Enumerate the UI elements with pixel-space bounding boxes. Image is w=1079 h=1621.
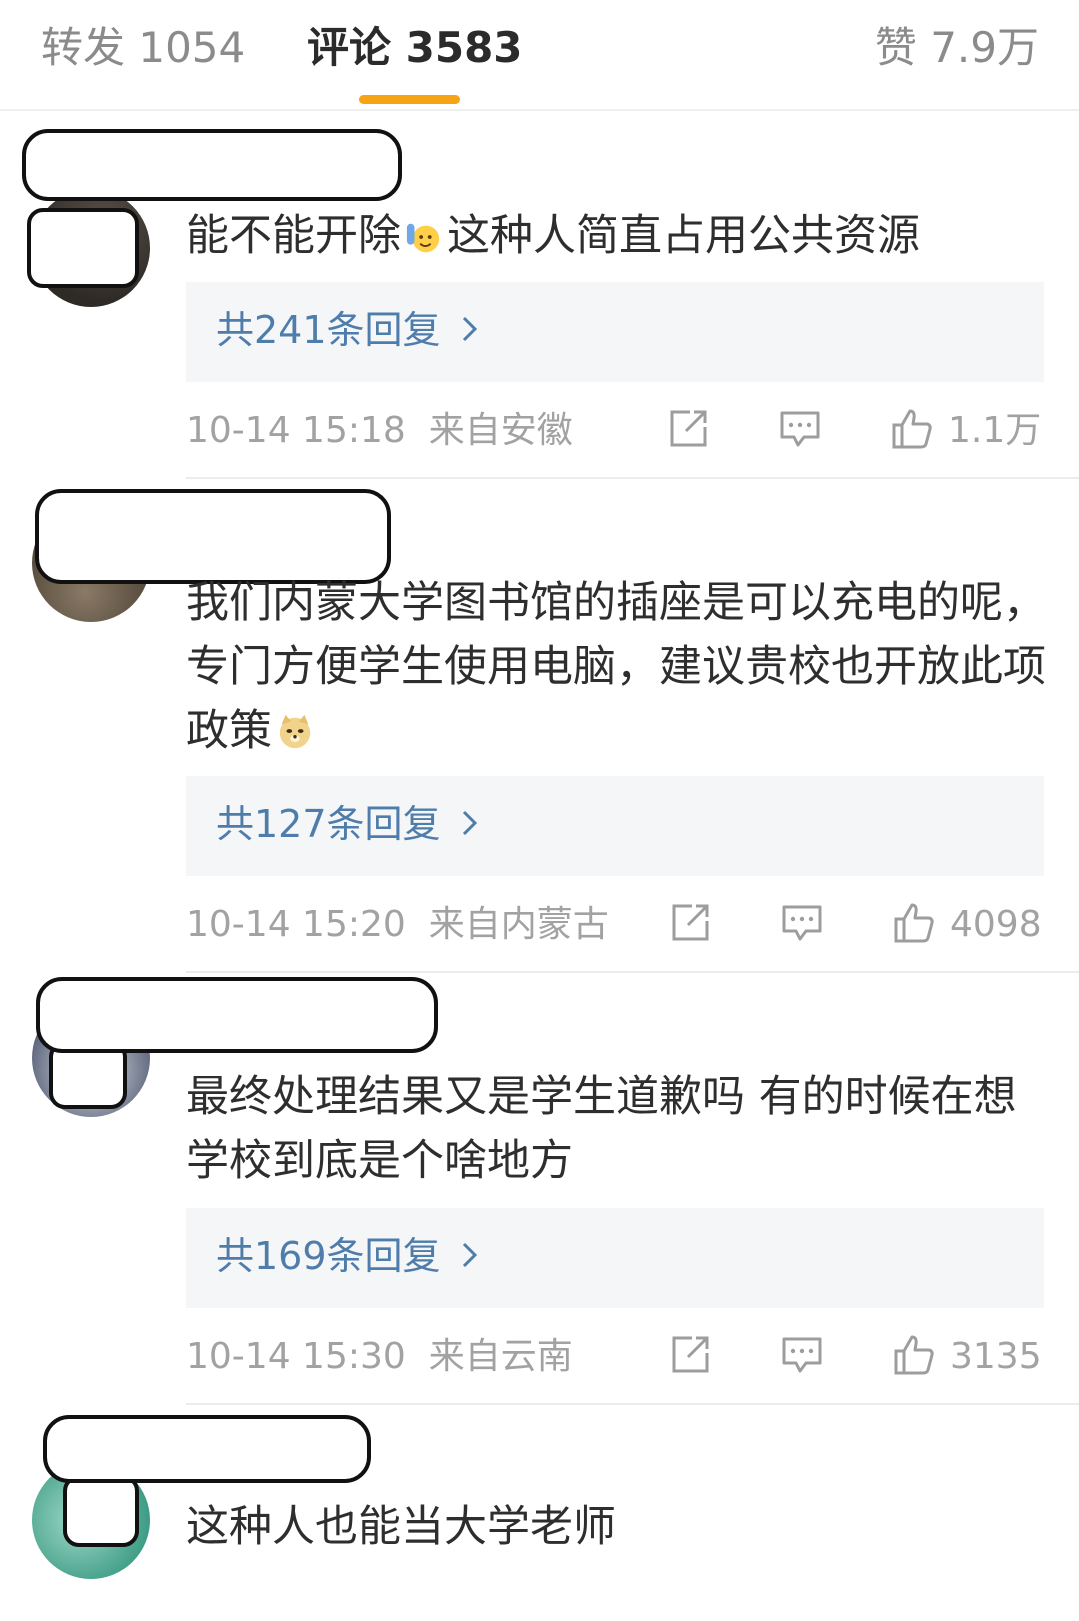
share-icon[interactable] bbox=[668, 901, 712, 945]
thumbs-up-icon[interactable] bbox=[892, 1333, 936, 1377]
reply-count-link[interactable]: 共169条回复 bbox=[216, 1228, 479, 1284]
comment-item: 最终处理结果又是学生道歉吗 有的时候在想学校到底是个啥地方 共169条回复 10… bbox=[0, 973, 1079, 1405]
like-count: 4098 bbox=[950, 904, 1042, 945]
tab-comments[interactable]: 评论 3583 bbox=[307, 18, 523, 78]
comment-item: 能不能开除 这种人简直占用公共资源 共241条回复 10-14 15:18 来自… bbox=[0, 111, 1079, 479]
comment-time-location: 10-14 15:18 来自安徽 bbox=[186, 410, 573, 451]
like-count: 1.1万 bbox=[948, 410, 1042, 451]
comment-time-location: 10-14 15:30 来自云南 bbox=[186, 1336, 573, 1377]
username-censor-box bbox=[35, 489, 391, 584]
tab-likes[interactable]: 赞 7.9万 bbox=[875, 18, 1039, 78]
like-count: 3135 bbox=[950, 1336, 1042, 1377]
chevron-right-icon bbox=[461, 302, 479, 358]
comment-text: 这种人也能当大学老师 bbox=[186, 1502, 616, 1552]
comment-item: 这种人也能当大学老师 bbox=[0, 1405, 1079, 1621]
tab-forward[interactable]: 转发 1054 bbox=[41, 18, 245, 78]
comment-meta: 10-14 15:30 来自云南 3135 bbox=[186, 1327, 1044, 1387]
avatar-censor-box bbox=[27, 208, 139, 288]
active-tab-indicator bbox=[359, 95, 460, 104]
username-censor-box bbox=[36, 977, 438, 1053]
share-icon[interactable] bbox=[666, 407, 710, 451]
avatar-censor-box bbox=[63, 1475, 139, 1547]
comment-meta: 10-14 15:18 来自安徽 1.1万 bbox=[186, 401, 1044, 461]
thumbs-up-icon[interactable] bbox=[892, 901, 936, 945]
comment-text: 能不能开除 这种人简直占用公共资源 bbox=[186, 211, 920, 261]
comment-time-location: 10-14 15:20 来自内蒙古 bbox=[186, 904, 609, 945]
reply-summary-box[interactable]: 共169条回复 bbox=[186, 1208, 1044, 1308]
reply-count-link[interactable]: 共127条回复 bbox=[216, 796, 479, 852]
username-censor-box bbox=[22, 129, 402, 201]
comment-icon[interactable] bbox=[780, 1333, 824, 1377]
username-censor-box bbox=[43, 1415, 371, 1483]
raising-hand-emoji-icon bbox=[406, 223, 440, 253]
comment-item: 我们内蒙大学图书馆的插座是可以充电的呢，专门方便学生使用电脑，建议贵校也开放此项… bbox=[0, 479, 1079, 973]
chevron-right-icon bbox=[461, 796, 479, 852]
comment-icon[interactable] bbox=[780, 901, 824, 945]
thumbs-up-icon[interactable] bbox=[890, 407, 934, 451]
chevron-right-icon bbox=[461, 1228, 479, 1284]
comment-icon[interactable] bbox=[778, 407, 822, 451]
share-icon[interactable] bbox=[668, 1333, 712, 1377]
comment-text: 最终处理结果又是学生道歉吗 有的时候在想学校到底是个啥地方 bbox=[186, 1072, 1017, 1186]
reply-summary-box[interactable]: 共127条回复 bbox=[186, 776, 1044, 876]
comment-meta: 10-14 15:20 来自内蒙古 4098 bbox=[186, 895, 1044, 955]
tab-bar: 转发 1054 评论 3583 赞 7.9万 bbox=[0, 0, 1079, 111]
reply-summary-box[interactable]: 共241条回复 bbox=[186, 282, 1044, 382]
comment-text: 我们内蒙大学图书馆的插座是可以充电的呢，专门方便学生使用电脑，建议贵校也开放此项… bbox=[186, 578, 1046, 756]
doge-emoji-icon bbox=[279, 714, 311, 749]
reply-count-link[interactable]: 共241条回复 bbox=[216, 302, 479, 358]
